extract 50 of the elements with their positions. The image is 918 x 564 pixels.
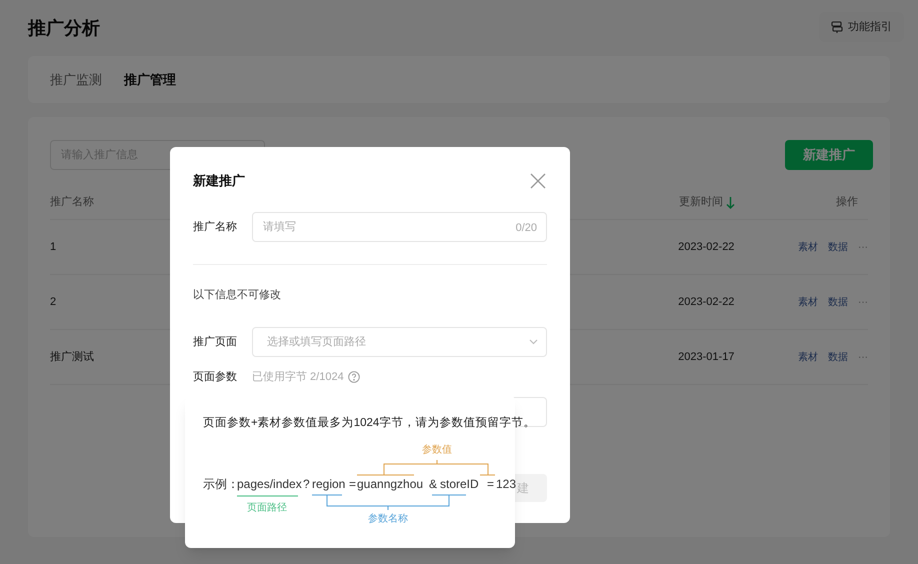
column-header: 操作 — [836, 195, 858, 210]
signpost-icon — [831, 21, 843, 33]
more-link[interactable]: ··· — [858, 350, 868, 364]
table-cell: 推广测试 — [50, 350, 94, 363]
example-text: & — [429, 476, 438, 493]
example-text: region — [312, 476, 346, 493]
action-link[interactable]: 素材 — [798, 240, 818, 254]
field-label: 页面参数 — [193, 370, 238, 385]
tab[interactable]: 推广监测 — [50, 70, 102, 90]
example-text: pages/index — [237, 476, 302, 493]
close-button[interactable] — [530, 172, 548, 190]
example-text: guanngzhou — [357, 476, 424, 493]
tooltip-text: 页面参数+素材参数值最多为1024字节，请为参数值预留字节。 — [203, 415, 536, 431]
sort-arrow-icon[interactable] — [726, 196, 735, 208]
dialog-title: 新建推广 — [193, 172, 245, 190]
table-cell: 2023-02-22 — [678, 240, 734, 253]
annotation-label: 页面路径 — [247, 502, 287, 516]
table-cell: 2 — [50, 296, 56, 308]
help-icon[interactable] — [348, 371, 360, 383]
field-label: 推广页面 — [193, 334, 238, 350]
example-text: ? — [303, 476, 310, 493]
column-header: 更新时间 — [679, 194, 723, 210]
page-select[interactable]: 选择或填写页面路径 — [252, 327, 547, 357]
byte-usage: 已使用字节 2/1024 — [252, 370, 344, 385]
page-title: 推广分析 — [28, 16, 100, 40]
action-link[interactable]: 数据 — [828, 350, 848, 364]
table-cell: 2023-01-17 — [678, 350, 734, 363]
tab[interactable]: 推广管理 — [124, 70, 176, 90]
action-link[interactable]: 素材 — [798, 294, 818, 310]
example-label: 示例： — [203, 476, 239, 493]
new-button[interactable]: 新建推广 — [785, 140, 873, 170]
example-text: = — [349, 476, 356, 493]
annotation-label: 参数名称 — [368, 512, 408, 526]
action-link[interactable]: 数据 — [828, 240, 848, 254]
chevron-down-icon — [529, 339, 538, 345]
notice-text: 以下信息不可修改 — [193, 288, 282, 303]
table-cell: 1 — [50, 240, 56, 253]
character-counter: 0/20 — [516, 221, 537, 236]
table-cell: 2023-02-22 — [678, 296, 734, 308]
example-text: = — [487, 476, 494, 493]
column-header: 推广名称 — [50, 194, 94, 210]
example-text: 123 — [496, 476, 516, 493]
action-link[interactable]: 数据 — [828, 294, 848, 310]
field-label: 推广名称 — [193, 220, 238, 235]
more-link[interactable]: ··· — [858, 240, 868, 254]
action-link[interactable]: 素材 — [798, 350, 818, 364]
example-text: storeID — [440, 476, 479, 493]
select-placeholder: 选择或填写页面路径 — [267, 334, 366, 350]
more-link[interactable]: ··· — [858, 294, 868, 310]
annotation-label: 参数值 — [422, 443, 452, 458]
